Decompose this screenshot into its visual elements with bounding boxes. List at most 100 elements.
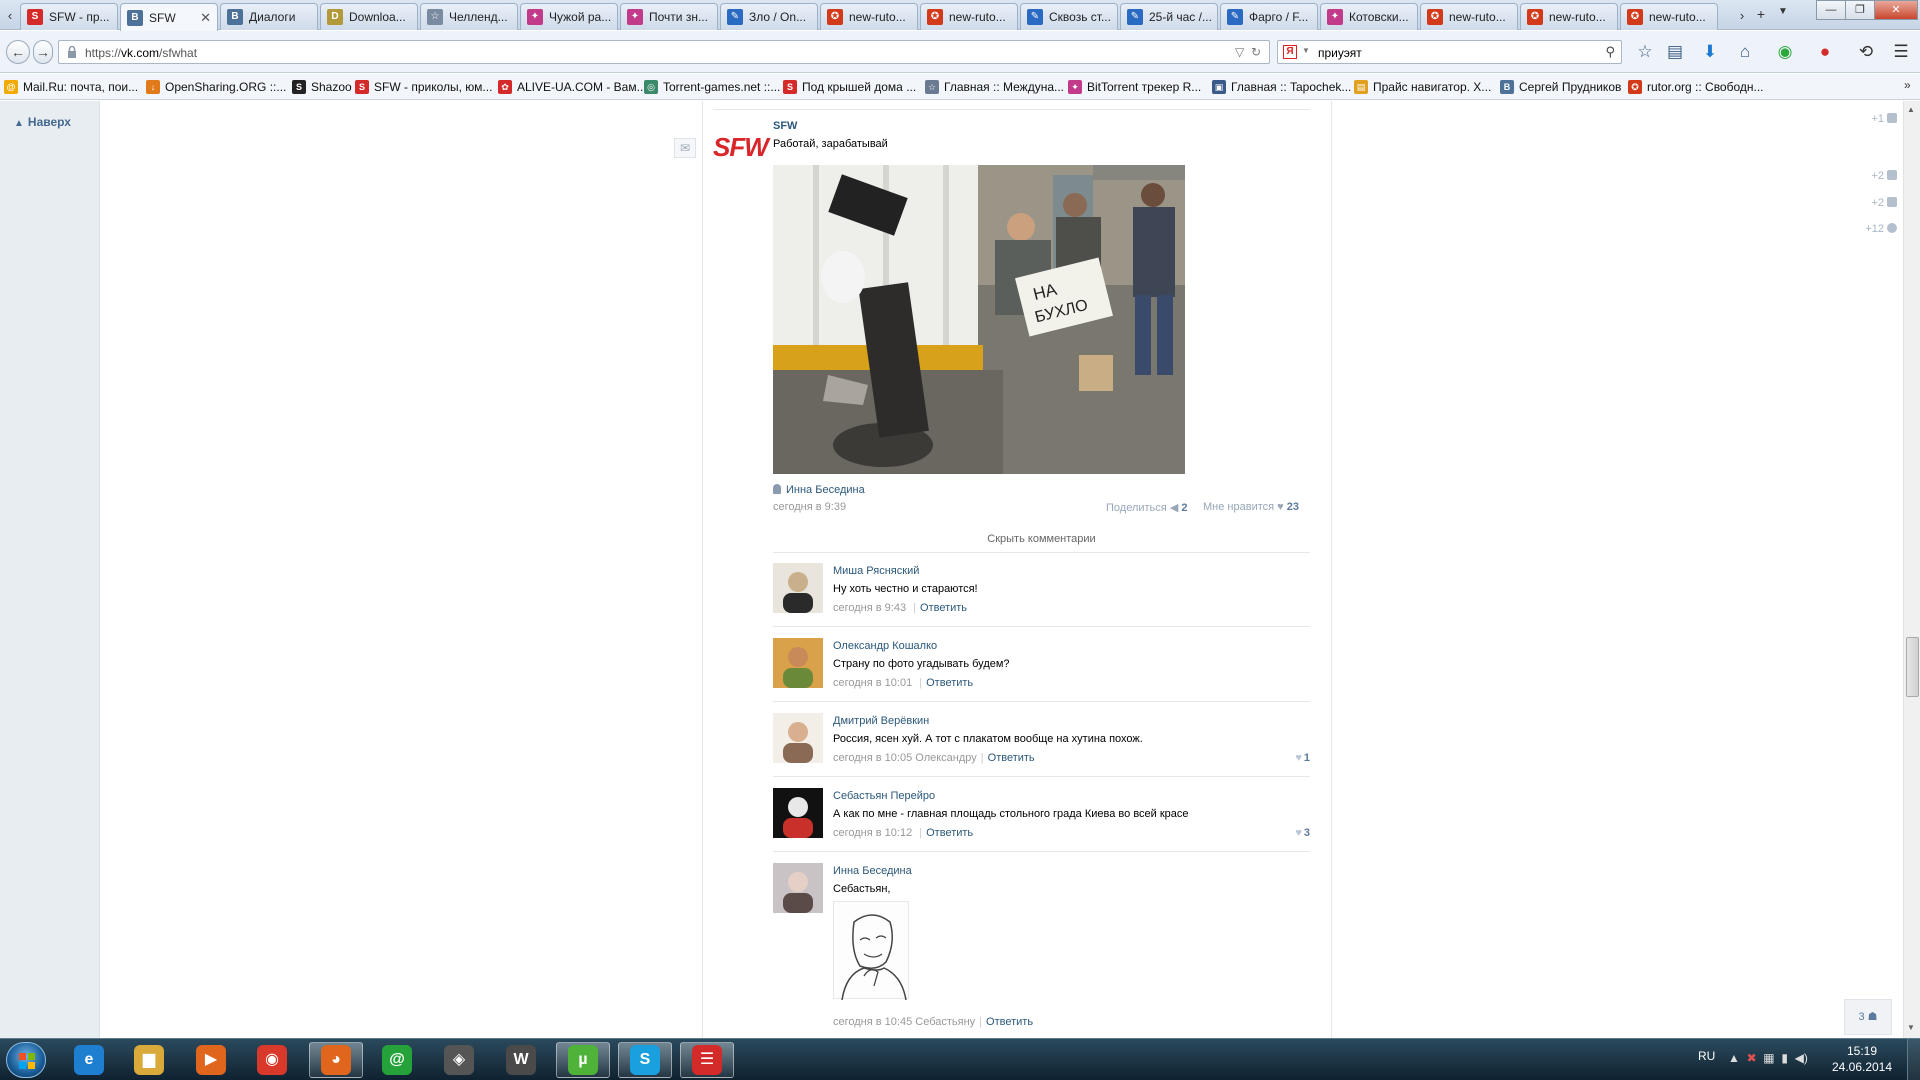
scroll-up-icon[interactable]: ▲ bbox=[1907, 105, 1915, 114]
signal-icon[interactable]: ▮ bbox=[1781, 1051, 1788, 1065]
bookmark-item[interactable]: S SFW - приколы, юм... bbox=[355, 79, 492, 95]
scroll-down-icon[interactable]: ▼ bbox=[1907, 1023, 1915, 1032]
new-tab-icon[interactable]: + bbox=[1752, 6, 1770, 22]
bookmark-item[interactable]: ↓ OpenSharing.ORG ::... bbox=[146, 79, 286, 95]
taskbar-skype-button[interactable]: S bbox=[618, 1042, 672, 1078]
browser-tab[interactable]: ✎ 25-й час /... bbox=[1120, 3, 1218, 30]
reply-link[interactable]: Ответить bbox=[986, 1016, 1033, 1028]
browser-tab[interactable]: ✪ new-ruto... bbox=[920, 3, 1018, 30]
scroll-thumb[interactable] bbox=[1906, 637, 1919, 697]
post-photo[interactable]: НА БУХЛО bbox=[773, 165, 1185, 474]
back-button[interactable]: ← bbox=[6, 40, 30, 64]
taskbar-media-player-button[interactable]: ▶ bbox=[184, 1042, 238, 1078]
avatar[interactable] bbox=[773, 563, 823, 613]
taskbar-mail-agent-button[interactable]: @ bbox=[370, 1042, 424, 1078]
search-input[interactable]: приуэят bbox=[1318, 46, 1362, 60]
share-button[interactable]: Поделиться ◀ 2 bbox=[1106, 501, 1187, 514]
tray-app-icon[interactable]: ✖ bbox=[1747, 1051, 1757, 1065]
comment-author-link[interactable]: Миша Рясняский bbox=[833, 565, 919, 577]
taskbar-ie-button[interactable]: e bbox=[62, 1042, 116, 1078]
browser-tab[interactable]: ✦ Чужой ра... bbox=[520, 3, 618, 30]
comment-time[interactable]: сегодня в 10:12 bbox=[833, 827, 912, 839]
home-icon[interactable]: ⌂ bbox=[1734, 43, 1756, 61]
like-button[interactable]: Мне нравится ♥ 23 bbox=[1203, 501, 1299, 513]
avatar[interactable] bbox=[773, 638, 823, 688]
bookmark-item[interactable]: ▤ Прайс навигатор. Х... bbox=[1354, 79, 1491, 95]
post-time[interactable]: сегодня в 9:39 bbox=[773, 501, 846, 513]
browser-tab[interactable]: В Диалоги bbox=[220, 3, 318, 30]
avatar[interactable] bbox=[773, 713, 823, 763]
page-scrollbar[interactable]: ▲ ▼ bbox=[1903, 101, 1920, 1038]
sync-icon[interactable]: ⟲ bbox=[1855, 43, 1877, 61]
bookmark-item[interactable]: ▣ Главная :: Tapochek... bbox=[1212, 79, 1351, 95]
address-bar[interactable]: https://vk.com/sfwhat ▽ ↻ bbox=[58, 40, 1270, 64]
tab-scroll-left-icon[interactable]: ‹ bbox=[2, 6, 18, 26]
sfw-logo[interactable]: SFW bbox=[713, 132, 769, 163]
browser-tab[interactable]: D Downloa... bbox=[320, 3, 418, 30]
adblock-icon[interactable]: ● bbox=[1814, 43, 1836, 61]
reply-link[interactable]: Ответить bbox=[926, 827, 973, 839]
hide-comments-link[interactable]: Скрыть комментарии bbox=[773, 533, 1310, 545]
comment-time[interactable]: сегодня в 10:45 bbox=[833, 1016, 912, 1028]
bookmark-item[interactable]: ✪ rutor.org :: Свободн... bbox=[1628, 79, 1764, 95]
bookmarks-list-icon[interactable]: ▤ bbox=[1664, 43, 1686, 61]
browser-tab[interactable]: ☆ Челленд... bbox=[420, 3, 518, 30]
bookmark-item[interactable]: S Shazoo bbox=[292, 79, 352, 95]
browser-tab[interactable]: ✪ new-ruto... bbox=[820, 3, 918, 30]
comment-author-link[interactable]: Себастьян Перейро bbox=[833, 790, 935, 802]
taskbar-explorer-button[interactable]: ▆ bbox=[122, 1042, 176, 1078]
browser-tab[interactable]: ✪ new-ruto... bbox=[1420, 3, 1518, 30]
bookmark-item[interactable]: ☆ Главная :: Междуна... bbox=[925, 79, 1064, 95]
mail-action-icon[interactable]: ✉ bbox=[674, 138, 696, 158]
browser-tab[interactable]: ✦ Котовски... bbox=[1320, 3, 1418, 30]
bookmark-item[interactable]: ✿ ALIVE-UA.COM - Вам... bbox=[498, 79, 647, 95]
search-icon[interactable]: ⚲ bbox=[1605, 44, 1615, 60]
bookmark-item[interactable]: ✦ BitTorrent трекер R... bbox=[1068, 79, 1201, 95]
bookmarks-overflow-icon[interactable]: » bbox=[1904, 78, 1911, 92]
volume-icon[interactable]: ◀) bbox=[1795, 1051, 1808, 1065]
taskbar-game-center-button[interactable]: ◈ bbox=[432, 1042, 486, 1078]
comment-time[interactable]: сегодня в 9:43 bbox=[833, 602, 906, 614]
tray-expand-icon[interactable]: ▲ bbox=[1728, 1051, 1740, 1065]
comment-reply-to[interactable]: Олександру bbox=[915, 752, 977, 764]
avatar[interactable] bbox=[773, 788, 823, 838]
post-signer[interactable]: Инна Беседина bbox=[773, 484, 865, 496]
comment-author-link[interactable]: Дмитрий Верёвкин bbox=[833, 715, 929, 727]
tab-scroll-right-icon[interactable]: › bbox=[1734, 6, 1750, 26]
browser-tab[interactable]: ✎ Фарго / F... bbox=[1220, 3, 1318, 30]
language-indicator[interactable]: RU bbox=[1698, 1049, 1715, 1063]
bookmark-item[interactable]: В Сергей Прудников bbox=[1500, 79, 1621, 95]
browser-tab[interactable]: ✪ new-ruto... bbox=[1520, 3, 1618, 30]
browser-tab[interactable]: ✦ Почти зн... bbox=[620, 3, 718, 30]
maximize-button[interactable]: ❐ bbox=[1845, 0, 1875, 20]
search-engine-dropdown-icon[interactable]: ▼ bbox=[1302, 46, 1310, 55]
browser-tab[interactable]: S SFW - пр... bbox=[20, 3, 118, 30]
comment-author-link[interactable]: Инна Беседина bbox=[833, 865, 912, 877]
bookmark-item[interactable]: @ Mail.Ru: почта, пои... bbox=[4, 79, 138, 95]
reply-link[interactable]: Ответить bbox=[926, 677, 973, 689]
search-bar[interactable]: Я ▼ приуэят ⚲ bbox=[1277, 40, 1622, 64]
tab-close-icon[interactable]: ✕ bbox=[200, 10, 211, 26]
start-button[interactable] bbox=[6, 1042, 46, 1078]
share-action[interactable]: +1 bbox=[662, 113, 1897, 125]
bookmark-item[interactable]: ◎ Torrent-games.net ::... bbox=[644, 79, 780, 95]
comment-time[interactable]: сегодня в 10:05 bbox=[833, 752, 912, 764]
tab-list-icon[interactable]: ▼ bbox=[1774, 6, 1792, 17]
network-icon[interactable]: ▦ bbox=[1763, 1051, 1774, 1065]
taskbar-world-of-tanks-button[interactable]: W bbox=[494, 1042, 548, 1078]
reply-link[interactable]: Ответить bbox=[988, 752, 1035, 764]
taskbar-utorrent-button[interactable]: µ bbox=[556, 1042, 610, 1078]
comment-like-button[interactable]: ♥ 1 bbox=[1295, 752, 1310, 764]
taskbar-rutracker-button[interactable]: ☰ bbox=[680, 1042, 734, 1078]
comment-author-link[interactable]: Олександр Кошалко bbox=[833, 640, 937, 652]
menu-icon[interactable]: ☰ bbox=[1890, 43, 1912, 61]
bookmark-star-icon[interactable]: ☆ bbox=[1634, 43, 1656, 61]
comment-like-button[interactable]: ♥ 3 bbox=[1295, 827, 1310, 839]
scroll-to-top-link[interactable]: ▲ Наверх bbox=[14, 115, 71, 129]
taskbar-firefox-button[interactable]: ◕ bbox=[309, 1042, 363, 1078]
comment-time[interactable]: сегодня в 10:01 bbox=[833, 677, 912, 689]
forward-button[interactable]: → bbox=[33, 40, 53, 64]
avatar[interactable] bbox=[773, 863, 823, 913]
reply-link[interactable]: Ответить bbox=[920, 602, 967, 614]
yandex-search-icon[interactable]: Я bbox=[1283, 45, 1297, 59]
